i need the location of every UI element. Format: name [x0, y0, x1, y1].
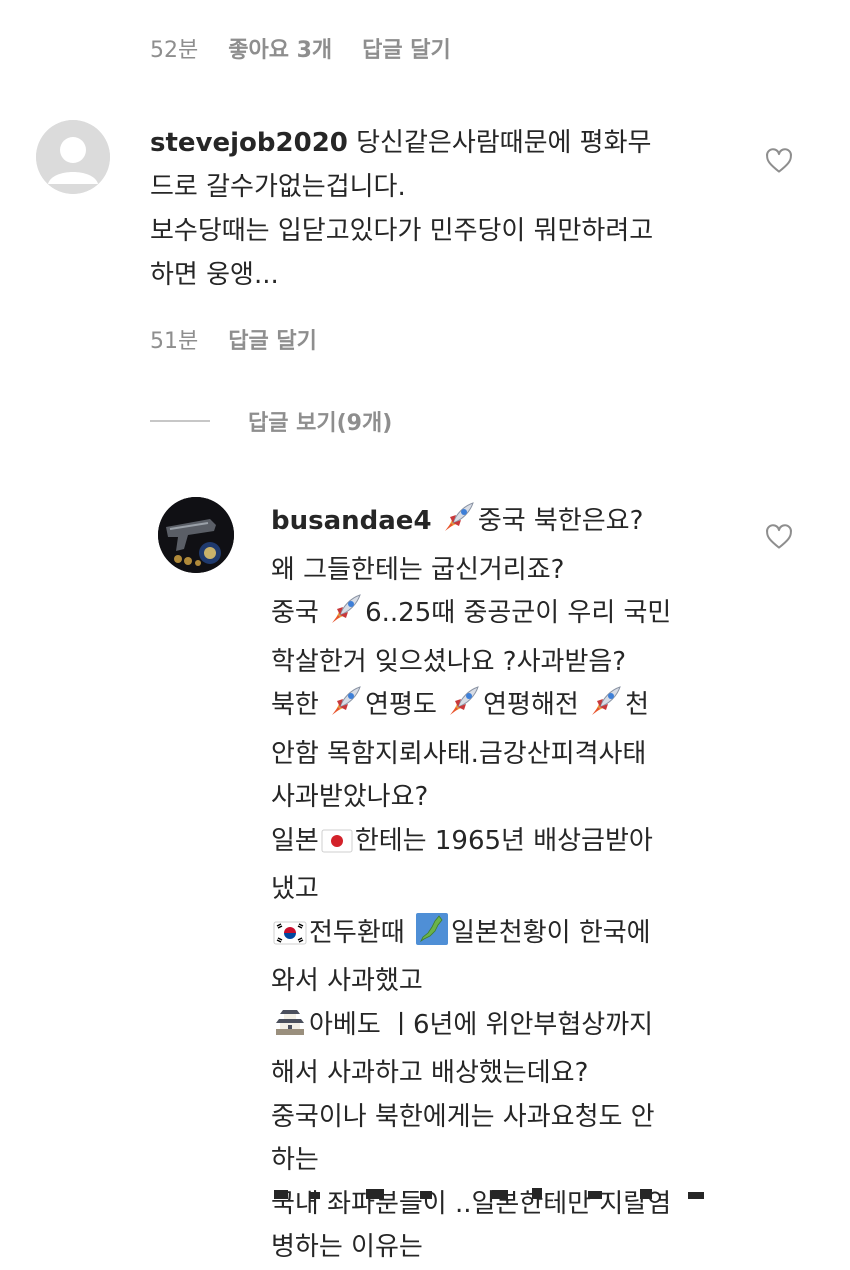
avatar[interactable] — [158, 497, 234, 573]
comment-text-line: 중국 북한은요? — [477, 506, 644, 536]
comment-text-line: 전두환때 — [309, 917, 413, 948]
view-replies-label: 답글 보기(9개) — [248, 411, 393, 436]
japan-map-icon — [415, 912, 449, 961]
comment-text-line: 드로 갈수가없는겁니다. — [150, 172, 406, 202]
comment-text-line: 보수당때는 입닫고있다가 민주당이 뭐만하려고 — [150, 216, 654, 246]
comment-text-line: 한테는 1965년 배상금받아 — [354, 825, 653, 856]
avatar[interactable] — [36, 120, 110, 194]
korea-flag-icon — [273, 917, 307, 961]
comment-text-line: 병하는 이유는 — [271, 1232, 423, 1262]
comment-text-line: 북한 — [271, 690, 328, 720]
comment-meta-row: 52분 좋아요 3개 답글 달기 — [150, 32, 451, 64]
heart-outline-icon[interactable] — [764, 522, 794, 552]
replies-divider-line — [150, 420, 210, 422]
reply-link[interactable]: 답글 달기 — [228, 323, 317, 355]
comment-text-line: 연평해전 — [483, 690, 588, 720]
japanese-castle-icon — [273, 1004, 307, 1053]
comment-text-line: 와서 사과했고 — [271, 966, 423, 996]
rocket-icon — [447, 684, 481, 733]
comment-body: busandae4 중국 북한은요? 왜 그들한테는 굽신거리죠? 중국 6..… — [271, 500, 671, 1270]
rocket-icon — [442, 500, 476, 549]
comment-time: 51분 — [150, 329, 199, 354]
comment-time: 52분 — [150, 38, 199, 63]
comment-text-line: 안함 목함지뢰사태.금강산피격사태 — [271, 738, 647, 769]
comment-text-line: 당신같은사람때문에 평화무 — [347, 128, 652, 158]
heart-outline-icon[interactable] — [764, 146, 794, 176]
comment-text-line: 하면 웅앵... — [150, 260, 279, 290]
comment-text-line: 아베도 ㅣ6년에 위안부협상까지 — [309, 1009, 654, 1040]
likes-count-link[interactable]: 좋아요 3개 — [228, 32, 332, 64]
comment-text-line: 냈고 — [271, 874, 319, 904]
comment-text-line: 사과받았나요? — [271, 782, 429, 812]
comment-body: stevejob2020 당신같은사람때문에 평화무 드로 갈수가없는겁니다. … — [150, 121, 653, 297]
comment-text-line: 왜 그들한테는 굽신거리죠? — [271, 554, 565, 585]
reply-link[interactable]: 답글 달기 — [362, 32, 451, 64]
rocket-icon — [329, 684, 363, 733]
comment-text-line: 연평도 — [365, 690, 446, 720]
rocket-icon — [589, 684, 623, 733]
comment-meta-row: 51분 답글 달기 — [150, 323, 317, 355]
japan-flag-icon — [321, 825, 353, 869]
cut-off-text-line — [274, 1188, 704, 1199]
view-replies-toggle[interactable]: 답글 보기(9개) — [150, 405, 392, 437]
comment-text-line: 일본천황이 한국에 — [450, 917, 651, 948]
comment-text-line: 중국이나 북한에게는 사과요청도 안 — [271, 1101, 655, 1132]
comment-username[interactable]: stevejob2020 — [150, 128, 348, 158]
comment-text-line: 해서 사과하고 배상했는데요? — [271, 1058, 589, 1088]
comment-text-line: 중국 — [271, 598, 328, 628]
default-avatar-icon — [36, 120, 110, 194]
comment-text-line: 6..25때 중공군이 우리 국민 — [365, 598, 672, 628]
comment-text-line: 하는 — [271, 1145, 319, 1175]
comment-text-line: 일본 — [271, 825, 319, 856]
comment-text-line: 천 — [625, 690, 650, 720]
rocket-icon — [329, 592, 363, 641]
profile-photo — [158, 497, 234, 573]
comment-text-line: 학살한거 잊으셨나요 ?사과받음? — [271, 646, 627, 677]
comment-username[interactable]: busandae4 — [271, 506, 432, 536]
